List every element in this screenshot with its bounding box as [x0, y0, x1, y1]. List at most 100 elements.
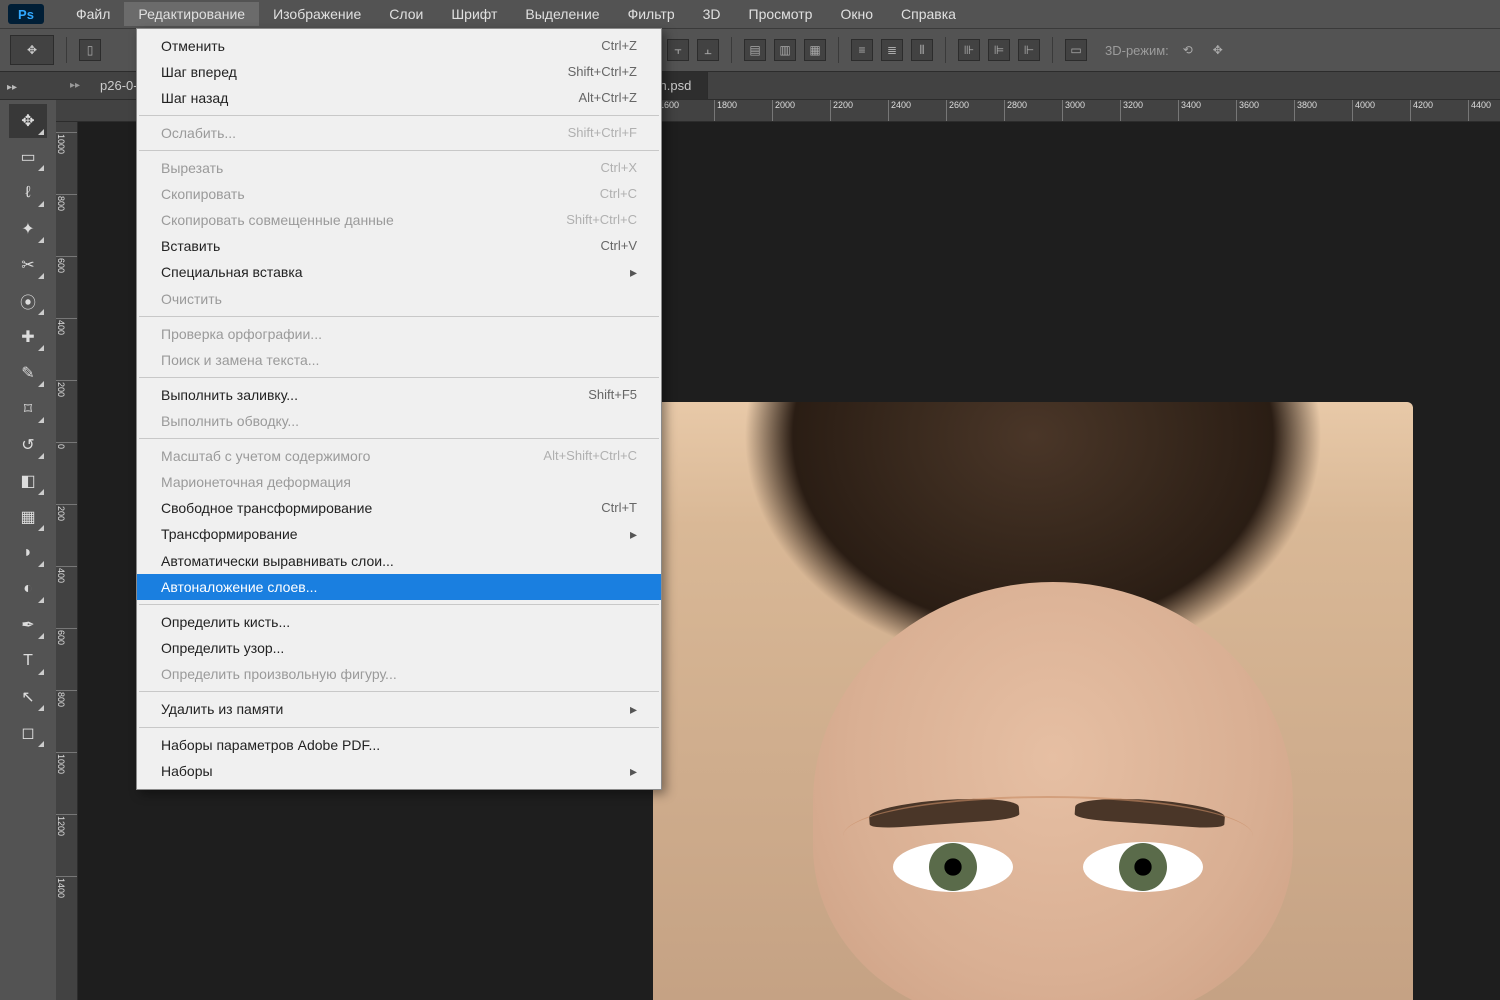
menu-справка[interactable]: Справка — [887, 2, 970, 26]
menu-просмотр[interactable]: Просмотр — [735, 2, 827, 26]
menu-item-label: Вставить — [161, 238, 220, 254]
ruler-tick: 1400 — [56, 876, 78, 898]
ruler-tick: 400 — [56, 318, 78, 335]
3d-pan-icon[interactable]: ✥ — [1207, 39, 1229, 61]
tab-expand-icon[interactable]: ▸▸ — [66, 80, 84, 91]
menu-item[interactable]: Свободное трансформированиеCtrl+T — [137, 495, 661, 521]
menu-item[interactable]: Трансформирование — [137, 521, 661, 548]
ruler-tick: 1000 — [56, 132, 78, 154]
move-tool[interactable]: ✥ — [9, 104, 47, 138]
menu-item[interactable]: Определить узор... — [137, 635, 661, 661]
menu-item[interactable]: Выполнить заливку...Shift+F5 — [137, 382, 661, 408]
menu-item-shortcut: Ctrl+C — [600, 186, 637, 202]
ruler-tick: 3800 — [1294, 100, 1317, 122]
app-logo: Ps — [8, 4, 44, 24]
align-icon[interactable]: ▤ — [744, 39, 766, 61]
align-icon[interactable]: ▦ — [804, 39, 826, 61]
crop-tool[interactable]: ✂ — [9, 248, 47, 282]
separator — [1052, 37, 1053, 63]
menu-фильтр[interactable]: Фильтр — [614, 2, 689, 26]
menu-item-label: Вырезать — [161, 160, 223, 176]
healing-tool[interactable]: ✚ — [9, 320, 47, 354]
path-select-tool[interactable]: ↖ — [9, 680, 47, 714]
distribute-icon[interactable]: ⦀ — [911, 39, 933, 61]
menu-item: Очистить — [137, 286, 661, 312]
menu-3d[interactable]: 3D — [689, 2, 735, 26]
distribute-icon[interactable]: ⊩ — [1018, 39, 1040, 61]
history-brush-icon: ↺ — [21, 435, 34, 455]
menu-редактирование[interactable]: Редактирование — [124, 2, 259, 26]
3d-orbit-icon[interactable]: ⟲ — [1177, 39, 1199, 61]
menu-item-shortcut: Shift+Ctrl+Z — [568, 64, 637, 80]
pen-tool[interactable]: ✒ — [9, 608, 47, 642]
distribute-icon[interactable]: ⊫ — [988, 39, 1010, 61]
align-left-icon[interactable]: ▯ — [79, 39, 101, 61]
type-tool[interactable]: T — [9, 644, 47, 678]
ruler-tick: 800 — [56, 194, 78, 211]
menu-item[interactable]: Удалить из памяти — [137, 696, 661, 723]
history-brush-tool[interactable]: ↺ — [9, 428, 47, 462]
gradient-tool[interactable]: ▦ — [9, 500, 47, 534]
eyedropper-tool[interactable]: ⦿ — [9, 284, 47, 318]
menu-окно[interactable]: Окно — [826, 2, 887, 26]
brush-tool[interactable]: ✎ — [9, 356, 47, 390]
stamp-tool[interactable]: ⌑ — [9, 392, 47, 426]
menu-item-shortcut: Alt+Ctrl+Z — [578, 90, 637, 106]
ruler-tick: 1200 — [56, 814, 78, 836]
crop-icon: ✂ — [21, 255, 34, 275]
menu-шрифт[interactable]: Шрифт — [437, 2, 511, 26]
menu-item-label: Поиск и замена текста... — [161, 352, 319, 368]
menu-item[interactable]: Наборы — [137, 758, 661, 785]
gradient-icon: ▦ — [20, 507, 35, 527]
marquee-tool[interactable]: ▭ — [9, 140, 47, 174]
menu-item[interactable]: Специальная вставка — [137, 259, 661, 286]
menu-item-shortcut: Shift+Ctrl+C — [566, 212, 637, 228]
pen-icon: ✒ — [21, 615, 34, 635]
menu-item[interactable]: Определить кисть... — [137, 609, 661, 635]
menu-item-shortcut: Ctrl+T — [601, 500, 637, 516]
current-tool-indicator[interactable]: ✥ — [10, 35, 54, 65]
menu-item[interactable]: Шаг назадAlt+Ctrl+Z — [137, 85, 661, 111]
align-icon[interactable]: ▥ — [774, 39, 796, 61]
menu-item: Масштаб с учетом содержимогоAlt+Shift+Ct… — [137, 443, 661, 469]
menu-item-shortcut: Ctrl+V — [601, 238, 637, 254]
align-icon[interactable]: ⫟ — [667, 39, 689, 61]
menu-item[interactable]: Наборы параметров Adobe PDF... — [137, 732, 661, 758]
dodge-tool[interactable]: ◐ — [9, 572, 47, 606]
lasso-tool[interactable]: ℓ — [9, 176, 47, 210]
wand-icon: ✦ — [21, 219, 34, 239]
panel-toggle-icon[interactable]: ▸▸ — [0, 78, 24, 96]
eyedropper-icon: ⦿ — [20, 289, 36, 313]
menu-item[interactable]: Автоналожение слоев... — [137, 574, 661, 600]
menu-item-shortcut: Ctrl+Z — [601, 38, 637, 54]
auto-align-icon[interactable]: ▭ — [1065, 39, 1087, 61]
distribute-icon[interactable]: ≣ — [881, 39, 903, 61]
menu-item[interactable]: ОтменитьCtrl+Z — [137, 33, 661, 59]
menu-файл[interactable]: Файл — [62, 2, 124, 26]
align-icon[interactable]: ⫠ — [697, 39, 719, 61]
menu-item[interactable]: Вставить Ctrl+V — [137, 233, 661, 259]
menu-item-label: Марионеточная деформация — [161, 474, 351, 490]
distribute-icon[interactable]: ≡ — [851, 39, 873, 61]
distribute-icon[interactable]: ⊪ — [958, 39, 980, 61]
menu-выделение[interactable]: Выделение — [511, 2, 613, 26]
ruler-tick: 0 — [56, 442, 78, 449]
ruler-tick: 2200 — [830, 100, 853, 122]
menu-separator — [139, 438, 659, 439]
menu-изображение[interactable]: Изображение — [259, 2, 375, 26]
separator — [66, 37, 67, 63]
menu-item[interactable]: Автоматически выравнивать слои... — [137, 548, 661, 574]
ruler-tick: 4200 — [1410, 100, 1433, 122]
eraser-tool[interactable]: ◧ — [9, 464, 47, 498]
ruler-vertical: 1000800600400200020040060080010001200140… — [56, 122, 78, 1000]
menu-separator — [139, 727, 659, 728]
menu-item-label: Выполнить заливку... — [161, 387, 298, 403]
menu-item-label: Удалить из памяти — [161, 701, 283, 718]
shape-tool[interactable]: ◻ — [9, 716, 47, 750]
menu-item-label: Очистить — [161, 291, 222, 307]
menu-item[interactable]: Шаг впередShift+Ctrl+Z — [137, 59, 661, 85]
menu-слои[interactable]: Слои — [375, 2, 437, 26]
blur-tool[interactable]: ◗ — [9, 536, 47, 570]
menu-item: Проверка орфографии... — [137, 321, 661, 347]
wand-tool[interactable]: ✦ — [9, 212, 47, 246]
